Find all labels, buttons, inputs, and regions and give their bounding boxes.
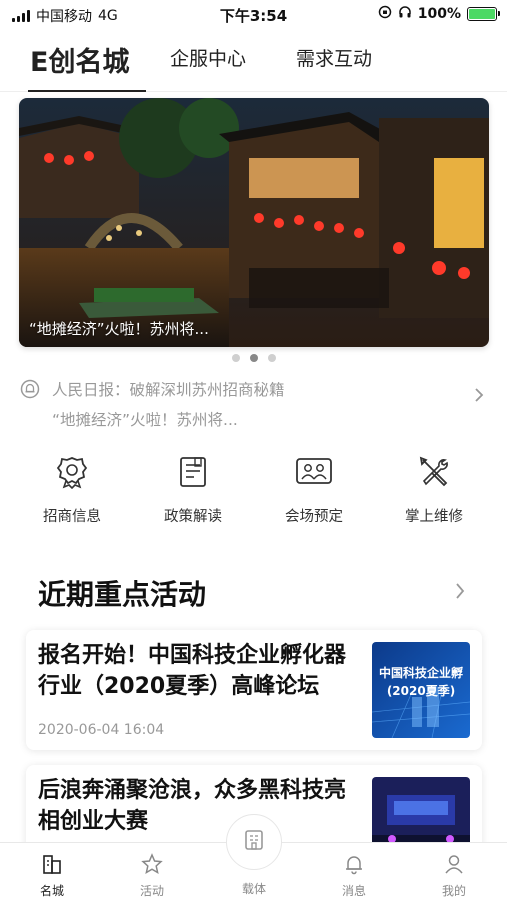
- tab-demand-interaction[interactable]: 需求互动: [296, 44, 372, 71]
- carousel-dot-active[interactable]: [249, 354, 258, 362]
- nav-messages-label: 消息: [341, 884, 366, 898]
- nav-city-label: 名城: [39, 884, 64, 898]
- carousel-dot[interactable]: [231, 354, 240, 362]
- action-policy-interpretation-label: 政策解读: [164, 509, 222, 525]
- meeting-room-icon: [259, 455, 369, 493]
- action-mobile-repair[interactable]: 掌上维修: [379, 455, 489, 526]
- banner-caption: “地摊经济”火啦！苏州将...: [29, 320, 209, 338]
- nav-city[interactable]: 名城: [12, 843, 92, 899]
- action-venue-booking-label: 会场预定: [285, 509, 343, 525]
- action-policy-interpretation[interactable]: 政策解读: [138, 455, 248, 526]
- nav-activity[interactable]: 活动: [112, 843, 192, 899]
- tab-e-city[interactable]: E创名城: [30, 40, 129, 79]
- action-investment-info[interactable]: 招商信息: [17, 455, 127, 526]
- banner-carousel[interactable]: “地摊经济”火啦！苏州将...: [19, 98, 489, 347]
- star-icon: [112, 853, 192, 879]
- activity-card-date: 2020-06-04 16:04: [38, 722, 165, 738]
- nav-mine[interactable]: 我的: [414, 843, 494, 899]
- investment-badge-icon: [17, 455, 127, 493]
- policy-document-icon: [138, 455, 248, 493]
- action-venue-booking[interactable]: 会场预定: [259, 455, 369, 526]
- activity-card[interactable]: 报名开始！中国科技企业孵化器行业（2020夏季）高峰论坛 2020-06-04 …: [26, 630, 482, 750]
- activity-card-thumbnail: 中国科技企业孵 (2020夏季): [372, 642, 470, 738]
- nav-activity-label: 活动: [139, 884, 164, 898]
- activity-card-title: 报名开始！中国科技企业孵化器行业（2020夏季）高峰论坛: [38, 643, 347, 699]
- action-mobile-repair-label: 掌上维修: [405, 509, 463, 525]
- nav-messages[interactable]: 消息: [314, 843, 394, 899]
- bell-icon: [20, 379, 40, 403]
- user-icon: [414, 853, 494, 879]
- active-tab-indicator: [28, 90, 146, 92]
- chevron-right-icon[interactable]: [474, 387, 484, 407]
- tab-enterprise-service[interactable]: 企服中心: [170, 44, 246, 71]
- thumbnail-text-2: (2020夏季): [386, 684, 456, 698]
- nav-carrier-label: 载体: [241, 882, 266, 896]
- repair-tools-icon: [379, 455, 489, 493]
- nav-mine-label: 我的: [441, 884, 466, 898]
- chevron-right-icon[interactable]: [455, 582, 465, 604]
- battery-percent: 100%: [417, 6, 461, 22]
- top-tabs: E创名城 企服中心 需求互动: [0, 30, 507, 92]
- city-icon: [12, 853, 92, 879]
- news-headline-2[interactable]: “地摊经济”火啦！苏州将...: [52, 408, 238, 430]
- banner-image: [19, 98, 489, 347]
- status-bar: 中国移动 4G 下午3:54 100%: [0, 0, 507, 30]
- headphones-icon: [398, 5, 412, 23]
- action-investment-info-label: 招商信息: [43, 509, 101, 525]
- building-icon: [242, 828, 266, 856]
- quick-actions: 招商信息 政策解读 会场预定 掌上维修: [0, 455, 507, 535]
- thumbnail-text-1: 中国科技企业孵: [378, 666, 463, 680]
- bell-icon: [314, 853, 394, 879]
- carousel-dot[interactable]: [267, 354, 276, 362]
- battery-icon: [467, 7, 500, 21]
- news-headline-1[interactable]: 人民日报：破解深圳苏州招商秘籍: [52, 378, 285, 400]
- section-title: 近期重点活动: [38, 578, 207, 611]
- lock-rotation-icon: [378, 5, 392, 23]
- nav-carrier-button[interactable]: [226, 814, 282, 870]
- carousel-indicator: [0, 354, 507, 362]
- activity-card-title: 后浪奔涌聚沧浪，众多黑科技亮相创业大赛: [38, 778, 347, 834]
- news-ticker[interactable]: 人民日报：破解深圳苏州招商秘籍 “地摊经济”火啦！苏州将...: [18, 375, 488, 435]
